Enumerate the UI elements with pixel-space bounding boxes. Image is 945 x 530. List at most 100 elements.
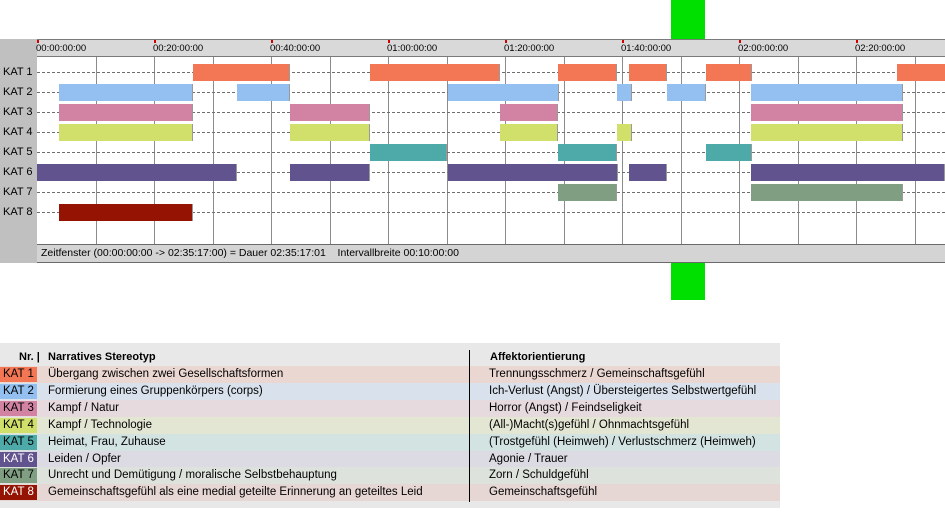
legend-header-affekt: Affektorientierung (490, 351, 586, 363)
tick-label: 00:00:00:00 (36, 43, 87, 54)
segment-bar[interactable] (617, 84, 632, 101)
tick-label: 00:40:00:00 (270, 43, 321, 54)
segment-bar[interactable] (500, 104, 558, 121)
legend-divider (469, 350, 470, 502)
segment-bar[interactable] (37, 164, 237, 181)
category-label: KAT 4 (3, 126, 33, 138)
category-label: KAT 5 (3, 146, 33, 158)
playhead-marker-top[interactable] (671, 0, 705, 39)
category-label: KAT 7 (3, 186, 33, 198)
segment-bar[interactable] (558, 184, 617, 201)
stereotyp-text: Heimat, Frau, Zuhause (48, 435, 166, 448)
category-label: KAT 8 (3, 206, 33, 218)
segment-bar[interactable] (448, 164, 618, 181)
stereotyp-text: Gemeinschaftsgefühl als eine medial gete… (48, 486, 423, 499)
timeline-plot[interactable] (37, 57, 945, 244)
time-ruler[interactable]: 00:00:00:00 00:20:00:00 00:40:00:00 01:00:0… (36, 39, 945, 57)
tick-mark (37, 40, 39, 43)
segment-bar[interactable] (558, 64, 617, 81)
segment-bar[interactable] (370, 144, 447, 161)
segment-bar[interactable] (59, 204, 193, 221)
affekt-text: Trennungsschmerz / Gemeinschaftsgefühl (489, 368, 705, 380)
category-tag: KAT 6 (0, 451, 37, 467)
legend-row: KAT 7 Unrecht und Demütigung / moralische… (0, 467, 780, 485)
tick-label: 00:20:00:00 (153, 43, 204, 54)
tick-label: 01:00:00:00 (387, 43, 438, 54)
category-gutter: KAT 1 KAT 2 KAT 3 KAT 4 KAT 5 KAT 6 KAT 7 KAT 8 (0, 39, 37, 263)
category-label: KAT 2 (3, 86, 33, 98)
segment-bar[interactable] (290, 164, 370, 181)
segment-bar[interactable] (448, 84, 559, 101)
status-bar: Zeitfenster (00:00:00:00 -> 02:35:17:00)… (37, 244, 945, 263)
grid-line (915, 57, 916, 244)
affekt-text: (All-)Macht(s)gefühl / Ohnmachtsgefühl (489, 418, 690, 431)
affekt-text: Agonie / Trauer (489, 452, 568, 465)
playhead-marker-bottom[interactable] (671, 263, 705, 300)
segment-bar[interactable] (706, 144, 752, 161)
segment-bar[interactable] (617, 124, 632, 141)
affekt-text: Zorn / Schuldgefühl (489, 469, 589, 482)
segment-bar[interactable] (751, 84, 903, 101)
segment-bar[interactable] (897, 64, 945, 81)
segment-bar[interactable] (629, 164, 667, 181)
stereotyp-text: Kampf / Natur (48, 401, 119, 414)
affekt-text: Horror (Angst) / Feindseligkeit (489, 401, 642, 414)
segment-bar[interactable] (500, 124, 558, 141)
category-label: KAT 6 (3, 166, 33, 178)
segment-bar[interactable] (370, 64, 500, 81)
legend-row: KAT 5 Heimat, Frau, Zuhause (Trostgefühl (… (0, 433, 780, 451)
tick-mark (388, 40, 390, 43)
timeline-panel: KAT 1 KAT 2 KAT 3 KAT 4 KAT 5 KAT 6 KAT 7 KAT 8… (0, 39, 945, 263)
category-tag: KAT 1 (0, 367, 37, 382)
category-tag: KAT 2 (0, 383, 37, 399)
category-label: KAT 3 (3, 106, 33, 118)
tick-mark (622, 40, 624, 43)
category-tag: KAT 8 (0, 485, 37, 501)
legend-header-nr: Nr. | (19, 351, 40, 363)
stereotyp-text: Übergang zwischen zwei Gesellschaftsform… (48, 368, 284, 380)
stereotyp-text: Unrecht und Demütigung / moralische Selb… (48, 469, 337, 482)
segment-bar[interactable] (751, 104, 903, 121)
row-line (37, 152, 945, 153)
segment-bar[interactable] (667, 84, 706, 101)
segment-bar[interactable] (290, 124, 370, 141)
segment-bar[interactable] (59, 84, 193, 101)
segment-bar[interactable] (706, 64, 752, 81)
grid-line (213, 57, 214, 244)
segment-bar[interactable] (59, 124, 193, 141)
tick-mark (739, 40, 741, 43)
tick-label: 01:40:00:00 (621, 43, 672, 54)
stereotyp-text: Kampf / Technologie (48, 418, 152, 431)
affekt-text: Gemeinschaftsgefühl (489, 486, 598, 499)
segment-bar[interactable] (237, 84, 290, 101)
legend-row: KAT 8 Gemeinschaftsgefühl als eine medial… (0, 484, 780, 502)
affekt-text: Ich-Verlust (Angst) / Übersteigertes Sel… (489, 384, 757, 397)
category-tag: KAT 7 (0, 468, 37, 484)
category-tag: KAT 5 (0, 434, 37, 450)
category-tag: KAT 3 (0, 400, 37, 416)
tick-mark (154, 40, 156, 43)
tick-mark (271, 40, 273, 43)
segment-bar[interactable] (629, 64, 667, 81)
segment-bar[interactable] (290, 104, 370, 121)
category-label: KAT 1 (3, 66, 33, 78)
category-tag: KAT 4 (0, 417, 37, 433)
segment-bar[interactable] (558, 144, 617, 161)
stereotyp-text: Leiden / Opfer (48, 452, 121, 465)
tick-label: 02:00:00:00 (738, 43, 789, 54)
segment-bar[interactable] (193, 64, 290, 81)
segment-bar[interactable] (751, 184, 903, 201)
grid-line (330, 57, 331, 244)
tick-label: 02:20:00:00 (855, 43, 906, 54)
legend-row: KAT 2 Formierung eines Gruppenkörpers (co… (0, 382, 780, 400)
segment-bar[interactable] (751, 164, 945, 181)
legend-header-stereotyp: Narratives Stereotyp (48, 351, 156, 363)
legend-row: KAT 4 Kampf / Technologie (All-)Macht(s)ge… (0, 416, 780, 434)
stereotyp-text: Formierung eines Gruppenkörpers (corps) (48, 384, 263, 397)
legend-row: KAT 1 Übergang zwischen zwei Gesellschaft… (0, 366, 780, 383)
segment-bar[interactable] (751, 124, 903, 141)
tick-mark (505, 40, 507, 43)
legend-row: KAT 6 Leiden / Opfer Agonie / Trauer (0, 450, 780, 468)
legend-table: Nr. | Narratives Stereotyp Affektorienti… (0, 343, 780, 508)
segment-bar[interactable] (59, 104, 193, 121)
